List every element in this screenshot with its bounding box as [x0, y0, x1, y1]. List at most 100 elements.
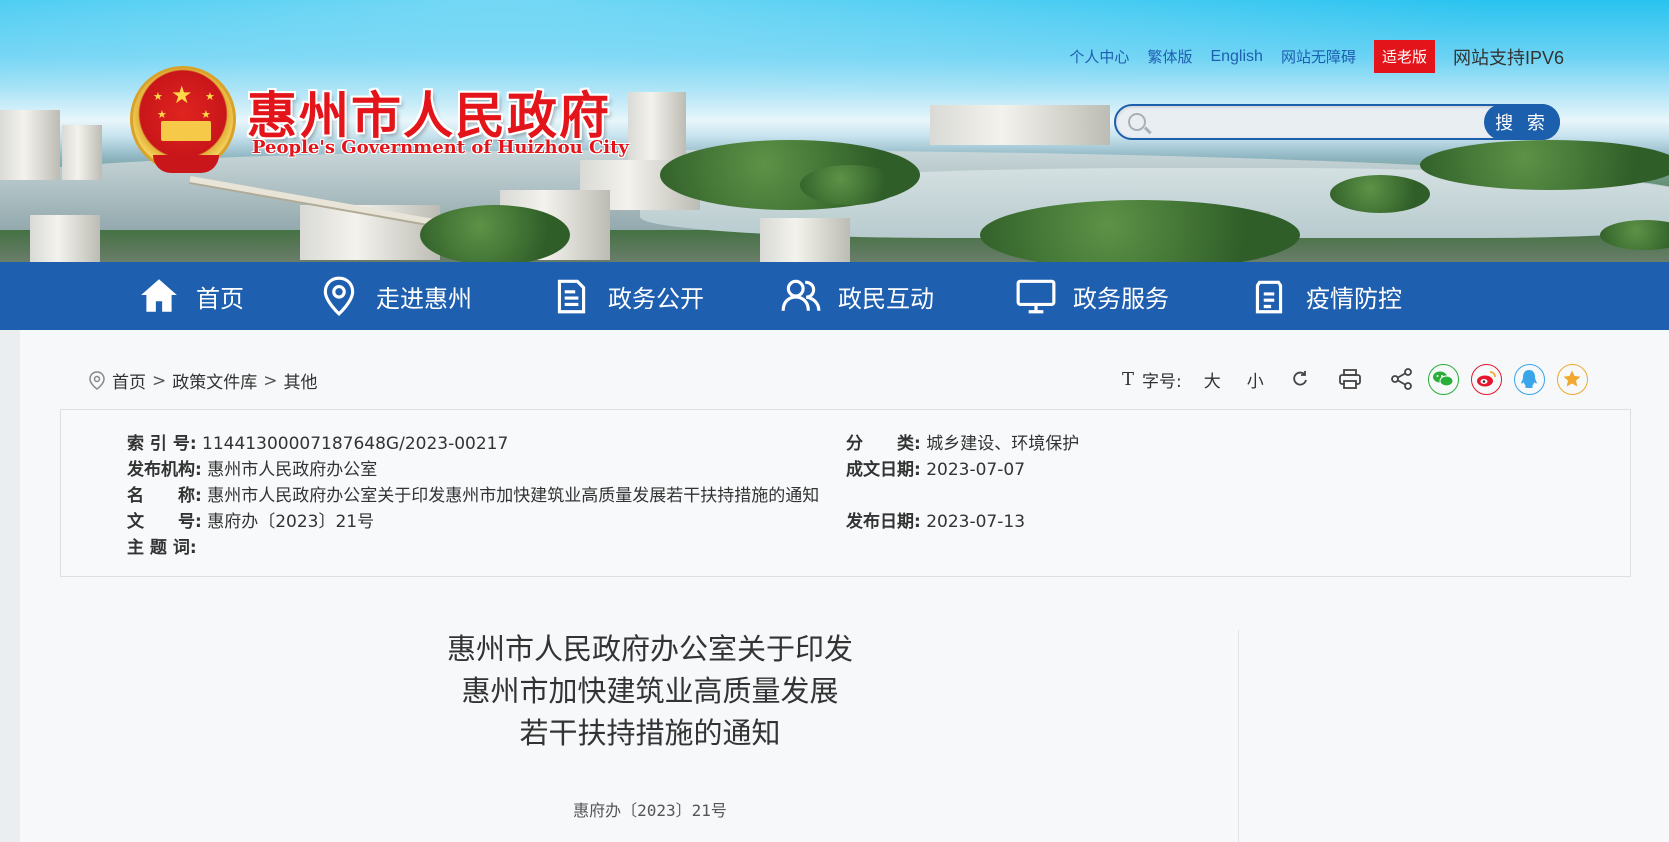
home-icon — [141, 279, 177, 312]
ipv6-notice: 网站支持IPV6 — [1452, 47, 1564, 68]
breadcrumb-policy-library[interactable]: 政策文件库 — [172, 368, 257, 393]
nav-item-epidemic-control[interactable]: 疫情防控 — [1248, 262, 1402, 330]
meta-doc-number: 文 号: 惠府办〔2023〕21号 — [127, 507, 374, 532]
meta-label: 名 称: — [127, 486, 202, 506]
breadcrumb: 首页 > 政策文件库 > 其他 — [88, 368, 318, 393]
document-title: 惠州市人民政府办公室关于印发 惠州市加快建筑业高质量发展 若干扶持措施的通知 — [400, 628, 900, 754]
meta-value: 2023-07-13 — [926, 512, 1026, 532]
content-area — [20, 330, 1669, 842]
nav-label: 疫情防控 — [1306, 284, 1402, 313]
meta-value: 城乡建设、环境保护 — [926, 434, 1080, 454]
banner-building — [0, 110, 60, 180]
breadcrumb-home[interactable]: 首页 — [112, 368, 146, 393]
meta-value: 惠府办〔2023〕21号 — [207, 512, 375, 532]
document-title-line: 若干扶持措施的通知 — [519, 716, 781, 750]
meta-published-date: 发布日期: 2023-07-13 — [846, 507, 1025, 532]
elder-mode-button[interactable]: 适老版 — [1373, 40, 1435, 73]
share-qq-button[interactable] — [1513, 363, 1545, 395]
refresh-icon — [1293, 371, 1307, 386]
search-icon — [1128, 113, 1146, 131]
font-large-button[interactable]: 大 — [1204, 367, 1221, 392]
header-banner: ★ ★ ★ ★ ★ 惠州市人民政府 People's Government of… — [0, 0, 1669, 262]
share-weibo-button[interactable] — [1470, 363, 1502, 395]
search-input[interactable] — [1160, 108, 1440, 136]
meta-name: 名 称: 惠州市人民政府办公室关于印发惠州市加快建筑业高质量发展若干扶持措施的通… — [127, 481, 819, 506]
nav-label: 政务公开 — [608, 284, 704, 313]
location-pin-icon — [89, 370, 105, 390]
document-title-line: 惠州市加快建筑业高质量发展 — [461, 674, 839, 708]
nav-label: 政务服务 — [1073, 284, 1169, 313]
banner-building — [760, 218, 850, 262]
font-small-button[interactable]: 小 — [1247, 367, 1264, 392]
main-nav: 首页 走进惠州 政务公开 政民互动 政务服务 疫情防控 — [0, 262, 1669, 330]
monitor-icon — [1016, 279, 1056, 314]
meta-label: 文 号: — [127, 512, 202, 532]
link-personal-center[interactable]: 个人中心 — [1069, 46, 1129, 67]
document-title-line: 惠州市人民政府办公室关于印发 — [446, 632, 853, 666]
document-number: 惠府办〔2023〕21号 — [573, 801, 727, 820]
banner-trees — [420, 205, 570, 262]
banner-building — [30, 215, 100, 262]
nav-label: 首页 — [196, 284, 244, 313]
nav-item-gov-services[interactable]: 政务服务 — [1015, 262, 1169, 330]
star-icon — [1563, 370, 1581, 387]
favorite-button[interactable] — [1556, 363, 1588, 395]
meta-keywords: 主 题 词: — [127, 533, 197, 558]
meta-label: 主 题 词: — [127, 538, 197, 558]
banner-skyline — [930, 105, 1110, 145]
location-pin-icon — [323, 276, 355, 316]
meta-label: 成文日期: — [846, 460, 921, 480]
font-size-label: 字号: — [1142, 371, 1182, 392]
meta-index: 索 引 号: 11441300007187648G/2023-00217 — [127, 429, 508, 454]
banner-island — [800, 165, 900, 205]
link-english[interactable]: English — [1210, 48, 1262, 66]
breadcrumb-other[interactable]: 其他 — [284, 368, 318, 393]
search-button[interactable]: 搜 索 — [1484, 104, 1560, 140]
national-emblem-icon: ★ ★ ★ ★ ★ — [130, 66, 236, 173]
clipboard-icon — [1255, 280, 1283, 314]
nav-item-gov-affairs-open[interactable]: 政务公开 — [550, 262, 704, 330]
meta-value: 2023-07-07 — [926, 460, 1026, 480]
share-icon — [1390, 368, 1412, 390]
nav-label: 走进惠州 — [376, 284, 472, 313]
document-icon — [557, 279, 586, 314]
meta-value: 惠州市人民政府办公室关于印发惠州市加快建筑业高质量发展若干扶持措施的通知 — [207, 486, 820, 506]
left-rail — [0, 330, 20, 842]
top-links: 个人中心 繁体版 English 网站无障碍 适老版 网站支持IPV6 — [1069, 40, 1564, 73]
meta-label: 分 类: — [846, 434, 921, 454]
search-bar: 搜 索 — [1114, 104, 1560, 140]
banner-island — [1330, 175, 1430, 213]
qq-icon — [1521, 370, 1538, 388]
link-accessibility[interactable]: 网站无障碍 — [1281, 46, 1356, 67]
breadcrumb-separator: > — [152, 370, 167, 391]
meta-value: 11441300007187648G/2023-00217 — [202, 434, 509, 454]
print-icon — [1338, 369, 1361, 389]
meta-publisher: 发布机构: 惠州市人民政府办公室 — [127, 455, 377, 480]
reset-font-button[interactable] — [1290, 369, 1310, 389]
meta-label: 发布日期: — [846, 512, 921, 532]
weibo-icon — [1477, 371, 1497, 387]
print-button[interactable] — [1338, 368, 1362, 390]
nav-item-home[interactable]: 首页 — [138, 262, 244, 330]
banner-building — [62, 125, 102, 180]
nav-item-interaction[interactable]: 政民互动 — [780, 262, 934, 330]
banner-trees — [980, 200, 1300, 262]
font-size-icon: T — [1122, 368, 1135, 390]
share-wechat-button[interactable] — [1427, 363, 1459, 395]
document-metadata-box: 索 引 号: 11441300007187648G/2023-00217 分 类… — [60, 409, 1631, 577]
link-traditional-chinese[interactable]: 繁体版 — [1147, 46, 1192, 67]
nav-label: 政民互动 — [838, 284, 934, 313]
breadcrumb-separator: > — [263, 370, 278, 391]
banner-trees — [1600, 220, 1669, 250]
wechat-icon — [1433, 371, 1454, 387]
meta-value: 惠州市人民政府办公室 — [207, 460, 378, 480]
banner-trees — [1420, 140, 1669, 190]
people-icon — [781, 279, 821, 311]
meta-written-date: 成文日期: 2023-07-07 — [846, 455, 1025, 480]
meta-label: 索 引 号: — [127, 434, 197, 454]
share-button[interactable] — [1390, 367, 1414, 391]
meta-label: 发布机构: — [127, 460, 202, 480]
nav-item-about-huizhou[interactable]: 走进惠州 — [318, 262, 472, 330]
meta-category: 分 类: 城乡建设、环境保护 — [846, 429, 1079, 454]
column-divider — [1238, 630, 1239, 842]
